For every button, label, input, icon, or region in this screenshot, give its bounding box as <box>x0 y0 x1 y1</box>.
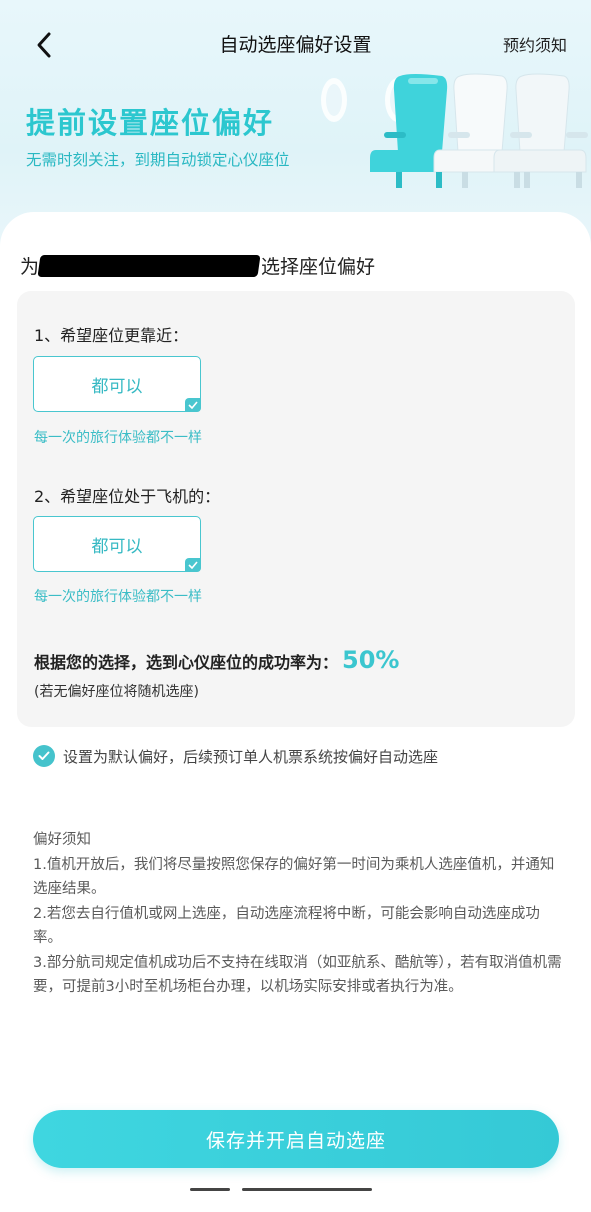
watermark <box>190 1188 372 1191</box>
success-rate-line: 根据您的选择，选到心仪座位的成功率为： 50% <box>34 646 399 674</box>
hero-title: 提前设置座位偏好 <box>26 106 275 140</box>
question-1-option-label: 都可以 <box>91 376 143 397</box>
success-rate-value: 50% <box>342 646 400 674</box>
hero-subtitle: 无需时刻关注，到期自动锁定心仪座位 <box>26 151 290 169</box>
preference-notice: 偏好须知 1.值机开放后，我们将尽量按照您保存的偏好第一时间为乘机人选座值机，并… <box>33 828 563 1000</box>
success-rate-note: (若无偏好座位将随机选座) <box>34 684 199 700</box>
booking-notice-link[interactable]: 预约须知 <box>503 32 567 56</box>
save-button-label: 保存并开启自动选座 <box>205 1129 386 1152</box>
question-2-hint: 每一次的旅行体验都不一样 <box>34 589 202 605</box>
save-and-enable-button[interactable]: 保存并开启自动选座 <box>33 1110 559 1168</box>
notice-item: 3.部分航司规定值机成功后不支持在线取消（如亚航系、酷航等），若有取消值机需要，… <box>33 954 562 996</box>
chevron-left-icon <box>37 32 51 58</box>
question-1-option[interactable]: 都可以 <box>33 356 201 412</box>
question-2-title: 2、希望座位处于飞机的： <box>34 487 221 506</box>
notice-item: 1.值机开放后，我们将尽量按照您保存的偏好第一时间为乘机人选座值机，并通知选座结… <box>33 856 555 898</box>
check-icon <box>185 558 201 572</box>
passenger-suffix: 选择座位偏好 <box>261 256 376 278</box>
question-1-hint: 每一次的旅行体验都不一样 <box>34 430 202 446</box>
success-rate-label: 根据您的选择，选到心仪座位的成功率为： <box>34 653 339 672</box>
notice-item: 2.若您去自行值机或网上选座，自动选座流程将中断，可能会影响自动选座成功率。 <box>33 905 540 947</box>
check-icon <box>185 398 201 412</box>
checkbox-checked-icon[interactable] <box>33 745 55 767</box>
question-1-title: 1、希望座位更靠近： <box>34 326 189 345</box>
default-preference-label: 设置为默认偏好，后续预订单人机票系统按偏好自动选座 <box>63 747 439 766</box>
passenger-prefix: 为 <box>20 256 40 278</box>
airplane-seats-illustration <box>321 73 588 188</box>
watermark-bar <box>190 1188 230 1191</box>
question-2-option[interactable]: 都可以 <box>33 516 201 572</box>
passenger-line: 为 选择座位偏好 <box>20 252 375 279</box>
watermark-bar <box>242 1188 372 1191</box>
redacted-passenger-name <box>37 254 261 277</box>
back-button[interactable] <box>26 26 62 64</box>
default-preference-toggle[interactable]: 设置为默认偏好，后续预订单人机票系统按偏好自动选座 <box>33 745 438 767</box>
question-2-option-label: 都可以 <box>91 536 143 557</box>
notice-title: 偏好须知 <box>33 832 91 848</box>
